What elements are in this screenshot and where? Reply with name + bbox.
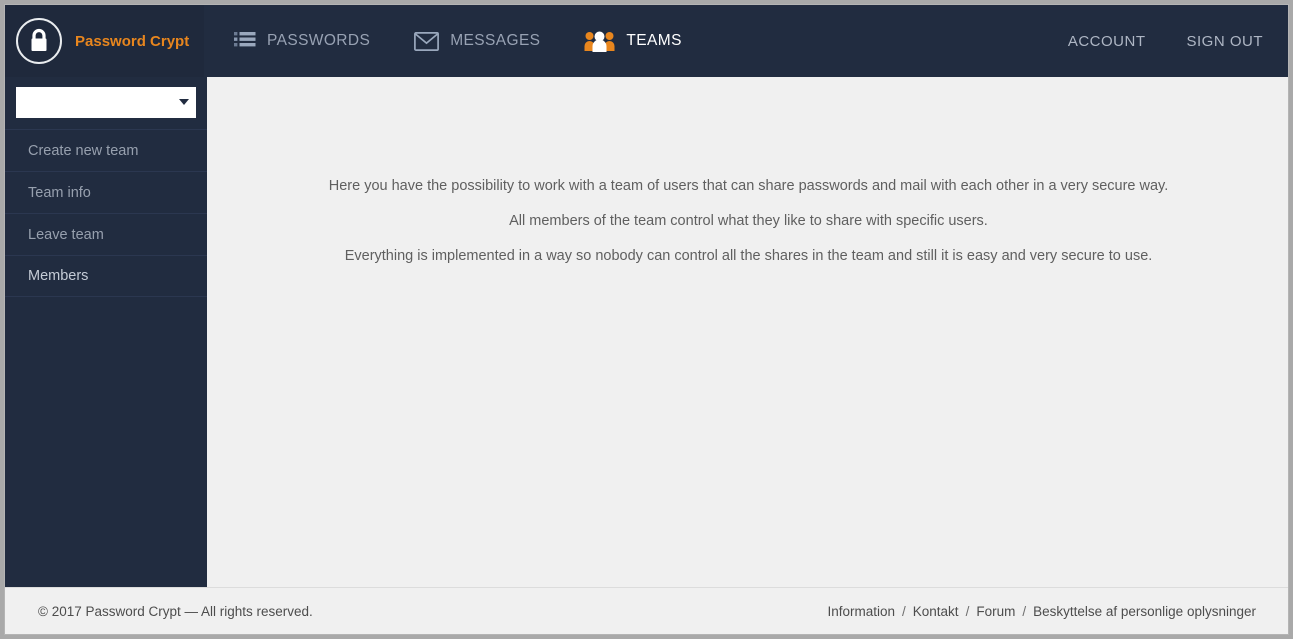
main-content: Here you have the possibility to work wi… [207,77,1289,589]
team-selector [16,87,196,118]
teams-intro-text: Here you have the possibility to work wi… [207,77,1289,266]
footer-links: Information / Kontakt / Forum / Beskytte… [827,604,1256,619]
sign-out-link[interactable]: SIGN OUT [1186,33,1263,50]
padlock-icon [16,18,62,64]
sidebar-item-members[interactable]: Members [5,255,207,297]
app-window: Password Crypt PASSWORDS [4,4,1289,635]
envelope-icon [414,32,439,51]
account-link[interactable]: ACCOUNT [1068,33,1146,50]
list-icon [234,31,256,51]
people-group-icon [584,30,615,53]
top-header: Password Crypt PASSWORDS [5,5,1289,77]
nav-item-messages[interactable]: MESSAGES [403,5,551,77]
footer-link-privacy[interactable]: Beskyttelse af personlige oplysninger [1033,604,1256,619]
sidebar-item-leave-team[interactable]: Leave team [5,213,207,255]
main-nav: PASSWORDS MESSAGES [223,5,715,77]
footer-link-forum[interactable]: Forum [976,604,1015,619]
header-right-nav: ACCOUNT SIGN OUT [1027,5,1263,77]
brand-logo[interactable]: Password Crypt [5,5,204,77]
nav-item-passwords[interactable]: PASSWORDS [223,5,381,77]
nav-label-messages: MESSAGES [450,32,540,50]
copyright-text: © 2017 Password Crypt — All rights reser… [38,604,313,619]
footer-link-information[interactable]: Information [827,604,895,619]
sidebar-menu: Create new team Team info Leave team Mem… [5,129,207,297]
nav-label-teams: TEAMS [626,32,681,50]
intro-paragraph-2: All members of the team control what the… [207,212,1289,231]
nav-label-passwords: PASSWORDS [267,32,370,50]
footer-separator: / [1022,604,1026,619]
team-select-input[interactable] [16,87,196,118]
sidebar-item-create-new-team[interactable]: Create new team [5,129,207,171]
intro-paragraph-3: Everything is implemented in a way so no… [207,247,1289,266]
sidebar-item-team-info[interactable]: Team info [5,171,207,213]
footer-separator: / [966,604,970,619]
footer-link-kontakt[interactable]: Kontakt [913,604,959,619]
footer: © 2017 Password Crypt — All rights reser… [5,587,1289,634]
brand-name: Password Crypt [75,33,189,50]
sidebar: Create new team Team info Leave team Mem… [5,77,207,589]
intro-paragraph-1: Here you have the possibility to work wi… [207,177,1289,196]
footer-separator: / [902,604,906,619]
nav-item-teams[interactable]: TEAMS [573,5,692,77]
